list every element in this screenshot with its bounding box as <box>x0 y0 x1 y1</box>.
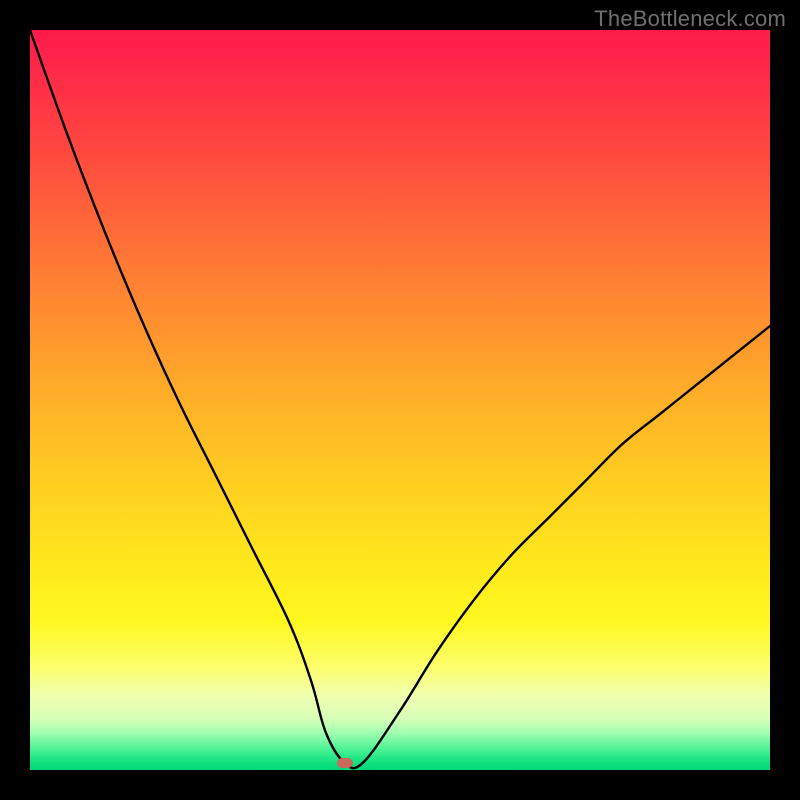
watermark-text: TheBottleneck.com <box>594 6 786 32</box>
optimal-point-marker <box>337 758 353 768</box>
curve-svg <box>30 30 770 770</box>
plot-area <box>30 30 770 770</box>
bottleneck-curve <box>30 30 770 768</box>
